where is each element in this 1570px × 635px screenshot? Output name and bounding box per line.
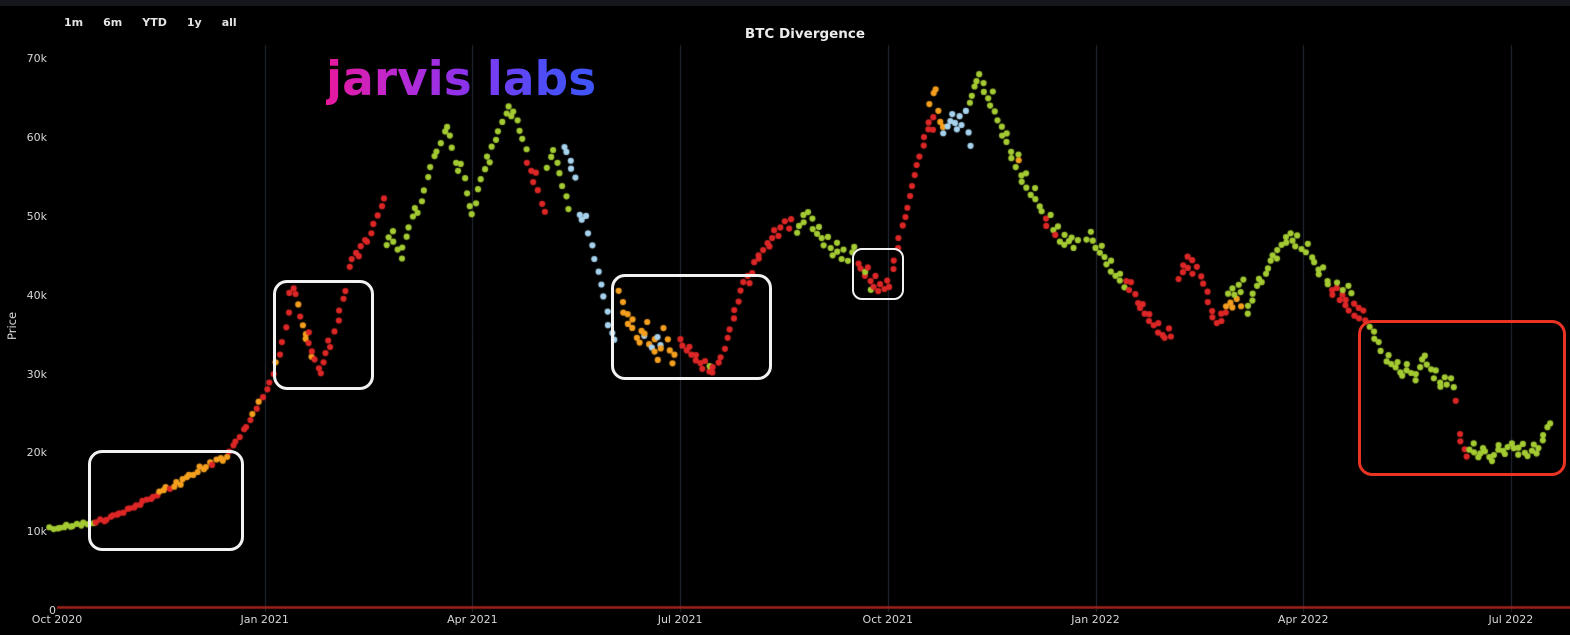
y-tick-label: 20k [7, 446, 47, 459]
y-tick-label: 50k [7, 210, 47, 223]
highlight-box-5 [1358, 320, 1566, 476]
range-button-all[interactable]: all [222, 16, 237, 30]
x-tick-label: Jan 2022 [1071, 613, 1119, 626]
x-tick-label: Apr 2021 [447, 613, 498, 626]
y-axis-label: Price [5, 312, 19, 340]
y-tick-label: 0 [16, 604, 56, 617]
y-tick-label: 10k [7, 525, 47, 538]
y-tick-label: 30k [7, 368, 47, 381]
highlight-box-2 [273, 280, 374, 390]
range-button-ytd[interactable]: YTD [142, 16, 167, 30]
x-tick-label: Jul 2022 [1489, 613, 1534, 626]
x-tick-label: Jul 2021 [658, 613, 703, 626]
btc-divergence-chart-app: 1m6mYTD1yall BTC Divergence jarvis labs … [0, 0, 1570, 635]
y-tick-label: 60k [7, 131, 47, 144]
highlight-box-4 [852, 248, 904, 300]
y-tick-label: 70k [7, 52, 47, 65]
highlight-box-1 [88, 450, 244, 551]
chart-title: BTC Divergence [745, 26, 865, 42]
x-tick-label: Jan 2021 [240, 613, 288, 626]
x-tick-label: Oct 2021 [863, 613, 914, 626]
range-button-1m[interactable]: 1m [64, 16, 83, 30]
range-button-1y[interactable]: 1y [187, 16, 202, 30]
x-tick-label: Apr 2022 [1278, 613, 1329, 626]
time-range-selector: 1m 6m YTD 1y all [64, 16, 237, 30]
range-button-6m[interactable]: 6m [103, 16, 122, 30]
y-tick-label: 40k [7, 289, 47, 302]
highlight-box-3 [611, 274, 772, 380]
